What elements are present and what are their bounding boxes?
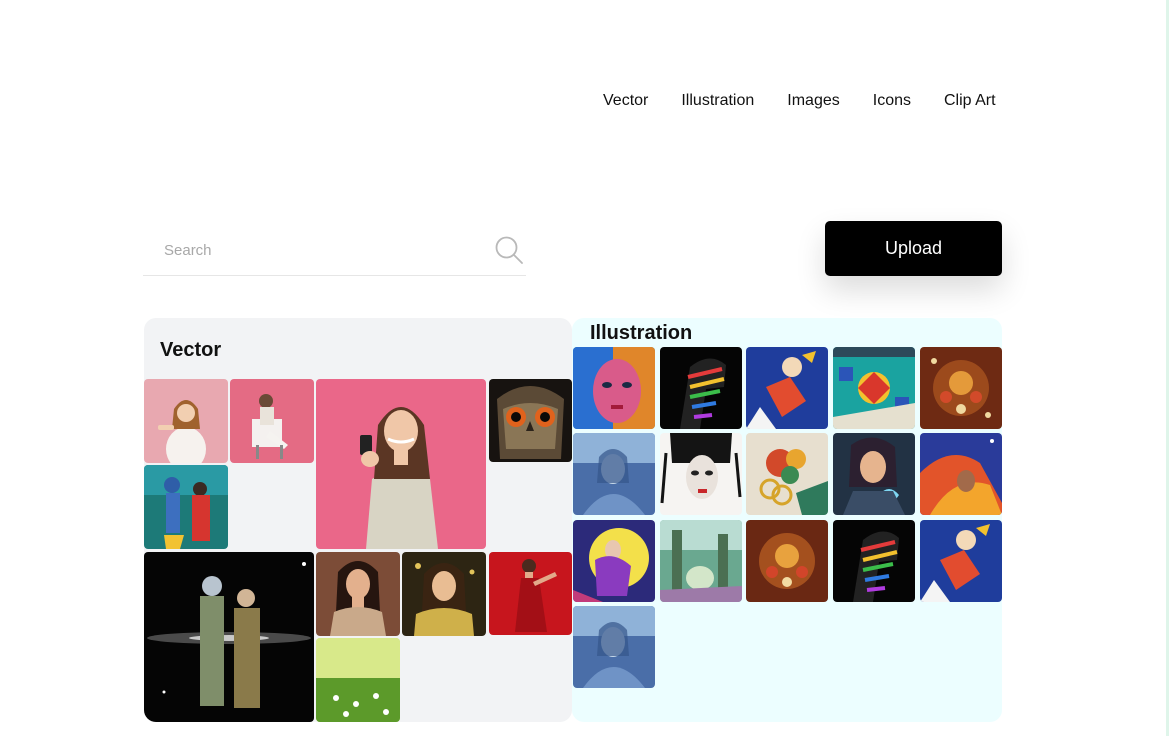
section-title-illustration: Illustration	[590, 322, 693, 344]
vector-thumb-woman-pointing[interactable]	[144, 379, 228, 463]
illustration-thumb-geometric-abstract[interactable]	[833, 347, 915, 429]
search-input[interactable]	[143, 226, 483, 274]
illustration-thumb-colorful-face[interactable]	[573, 347, 655, 429]
nav-item-images[interactable]: Images	[787, 90, 839, 112]
illustration-thumb-rainbow-zebra-2[interactable]	[833, 520, 915, 602]
upload-button[interactable]: Upload	[825, 221, 1002, 276]
illustration-thumb-ganesha-ornate[interactable]	[920, 347, 1002, 429]
nav-item-illustration[interactable]: Illustration	[681, 90, 754, 112]
vector-thumb-owl[interactable]	[489, 379, 572, 462]
vector-thumb-woman-red-dress[interactable]	[489, 552, 572, 635]
illustration-thumb-frozen-woman[interactable]	[573, 433, 655, 515]
illustration-section: Illustration	[572, 318, 1002, 722]
illustration-thumb-forest-fantasy[interactable]	[660, 520, 742, 602]
illustration-thumb-girl-glowing-heart[interactable]	[833, 433, 915, 515]
vector-thumb-krishna-radha-painting[interactable]	[144, 465, 228, 549]
vector-thumb-woman-yellow[interactable]	[402, 552, 486, 636]
illustration-thumb-frozen-woman-2[interactable]	[573, 606, 655, 688]
section-title-vector: Vector	[160, 339, 222, 361]
illustration-thumb-floral-splash[interactable]	[746, 433, 828, 515]
top-nav: Vector Illustration Images Icons Clip Ar…	[603, 90, 996, 112]
vector-thumb-radha-krishna-dark[interactable]	[144, 552, 314, 722]
vector-thumb-woman-chair[interactable]	[230, 379, 314, 463]
vector-thumb-green-meadow[interactable]	[316, 638, 400, 722]
illustration-thumb-ganesha-ornate-2[interactable]	[746, 520, 828, 602]
illustration-thumb-ink-face[interactable]	[660, 433, 742, 515]
search-icon[interactable]	[494, 235, 524, 265]
nav-item-icons[interactable]: Icons	[873, 90, 911, 112]
illustration-thumb-dancer-blue[interactable]	[746, 347, 828, 429]
illustration-thumb-woman-flame-hair[interactable]	[920, 433, 1002, 515]
illustration-thumb-rainbow-zebra[interactable]	[660, 347, 742, 429]
search-bar	[143, 226, 526, 276]
vector-thumb-woman-gold-dress[interactable]	[316, 552, 400, 636]
illustration-thumb-moon-goddess[interactable]	[573, 520, 655, 602]
vector-section: Vector	[144, 318, 572, 722]
nav-item-clip-art[interactable]: Clip Art	[944, 90, 996, 112]
illustration-thumb-dancer-blue-2[interactable]	[920, 520, 1002, 602]
vector-thumb-woman-phone[interactable]	[316, 379, 486, 549]
nav-item-vector[interactable]: Vector	[603, 90, 648, 112]
